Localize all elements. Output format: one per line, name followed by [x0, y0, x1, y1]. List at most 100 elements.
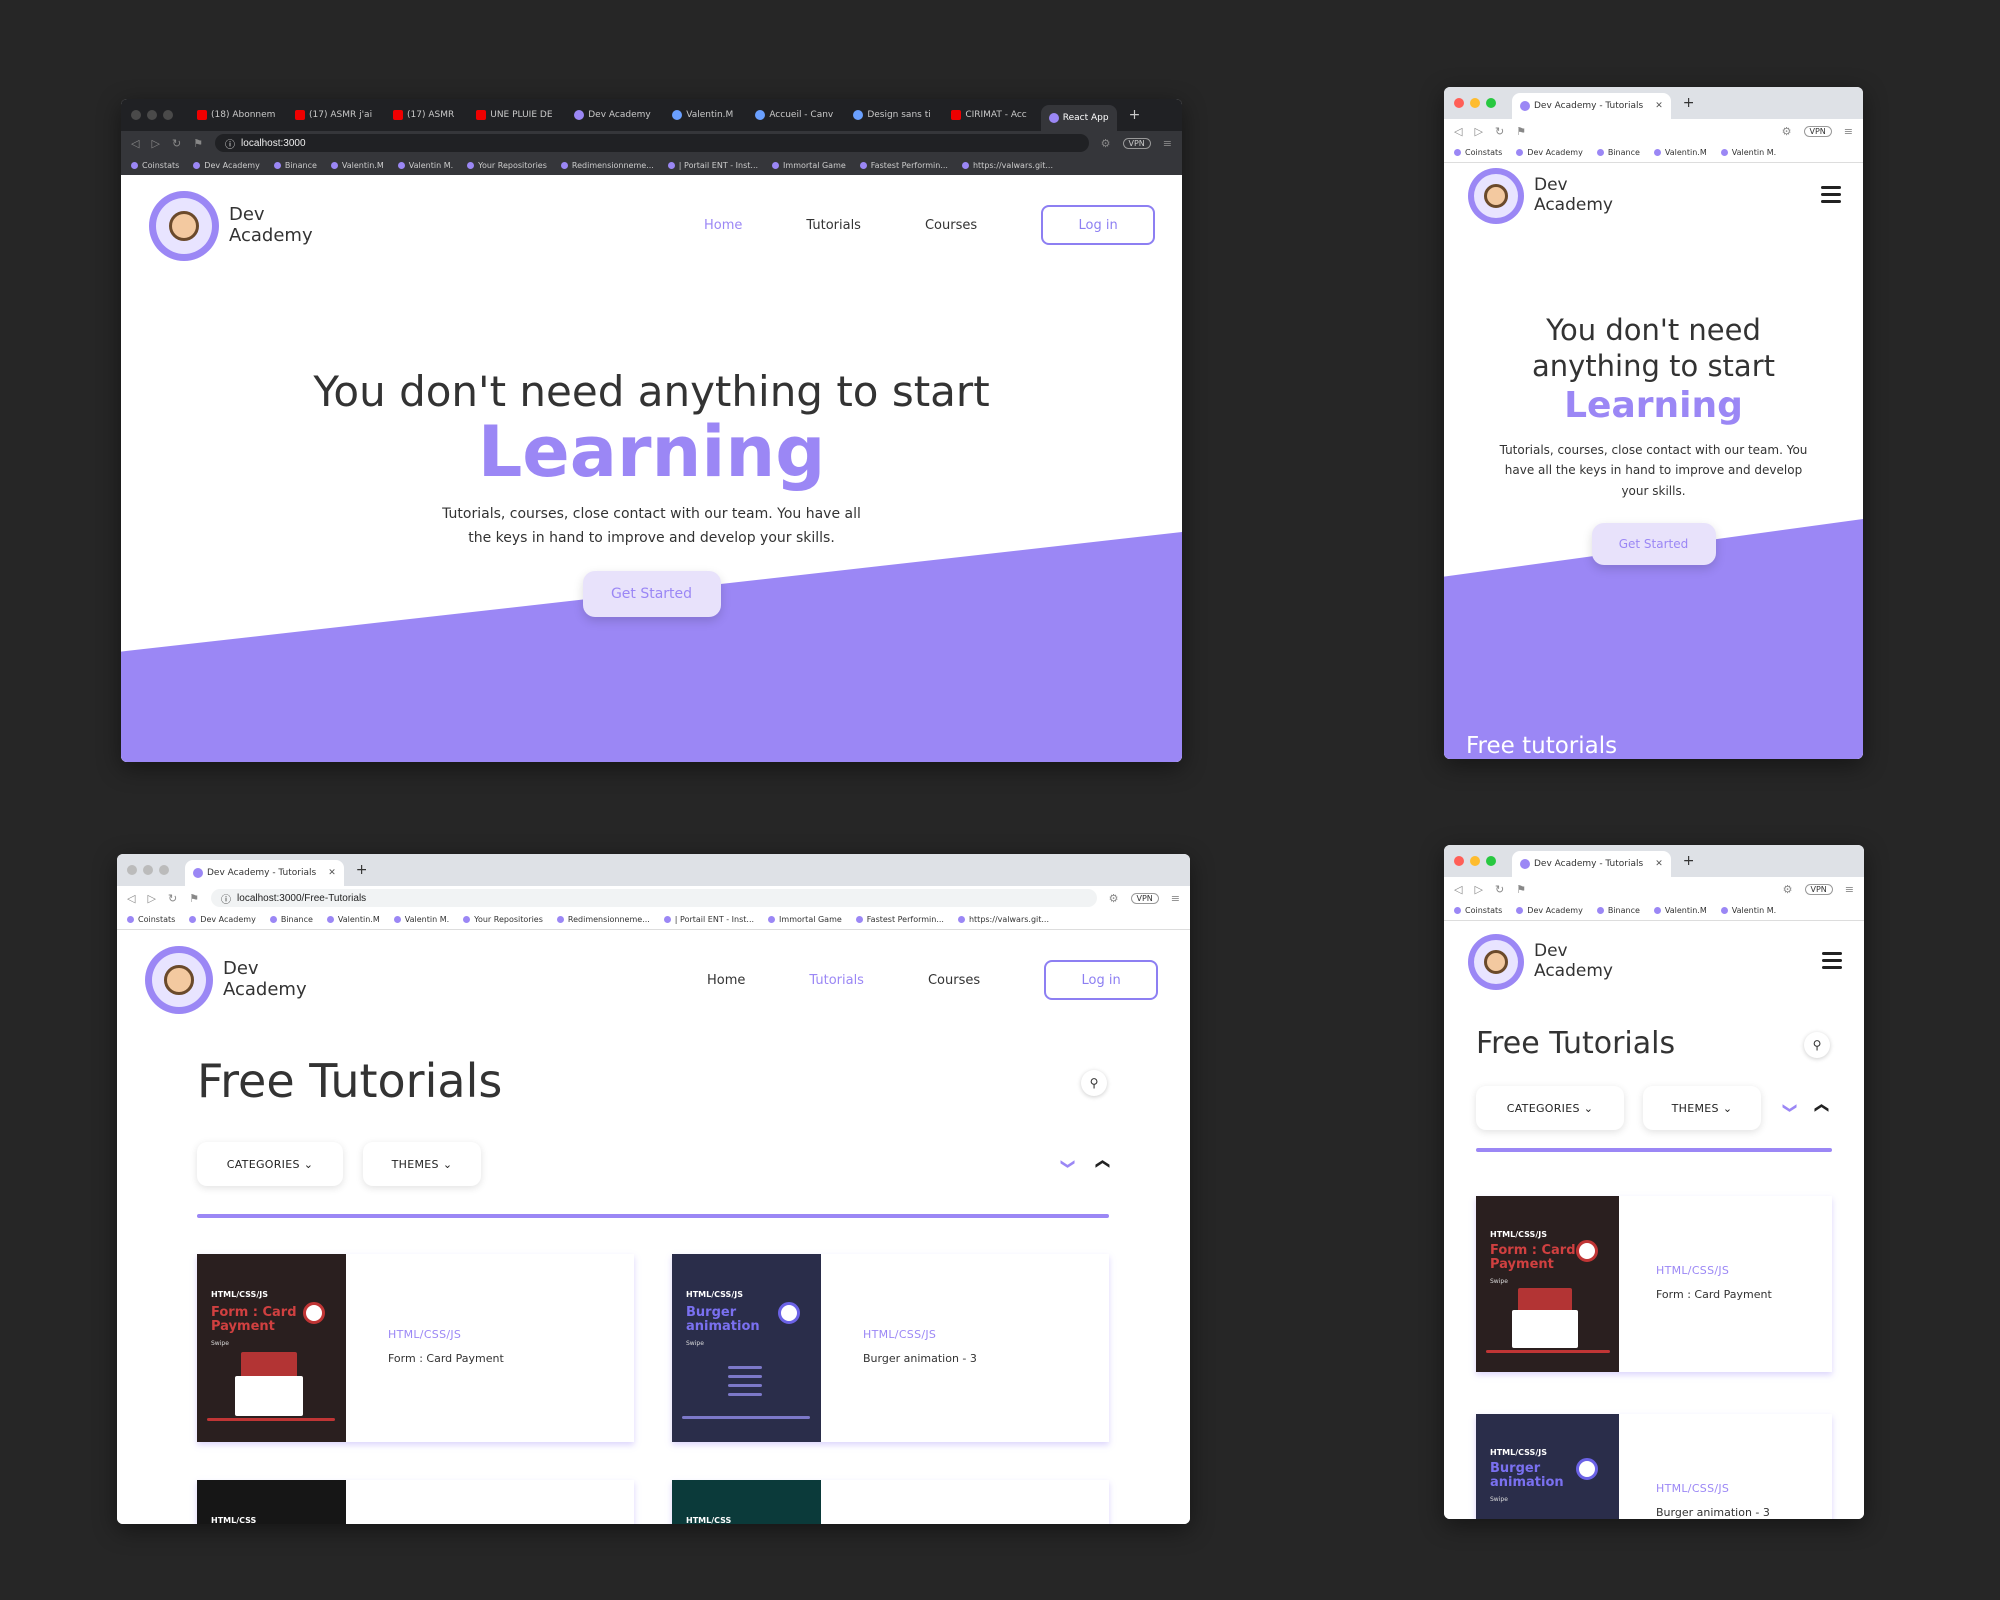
browser-tab[interactable]: (17) ASMR: [385, 103, 462, 127]
back-icon[interactable]: ◁: [127, 892, 135, 905]
extension-icon[interactable]: ⚙: [1783, 883, 1793, 896]
bookmark-item[interactable]: Coinstats: [127, 915, 175, 924]
nav-courses-link[interactable]: Courses: [925, 218, 977, 233]
close-tab-icon[interactable]: ✕: [1655, 101, 1663, 111]
sort-descending-icon[interactable]: ❯: [1060, 1158, 1076, 1170]
reload-icon[interactable]: ↻: [1495, 883, 1504, 896]
browser-tab-active[interactable]: Dev Academy - Tutorials ✕: [185, 860, 344, 886]
bookmark-item[interactable]: Immortal Game: [772, 161, 846, 170]
vpn-badge[interactable]: VPN: [1803, 125, 1832, 137]
bookmark-item[interactable]: Your Repositories: [467, 161, 547, 170]
browser-tab[interactable]: Dev Academy: [566, 103, 658, 127]
window-controls[interactable]: [131, 110, 173, 120]
get-started-button[interactable]: Get Started: [582, 570, 721, 617]
bookmark-icon[interactable]: ⚑: [1516, 125, 1526, 138]
bookmark-item[interactable]: Coinstats: [1454, 906, 1502, 915]
hamburger-menu-icon[interactable]: [1821, 186, 1841, 203]
new-tab-icon[interactable]: +: [1683, 95, 1695, 111]
browser-tab[interactable]: CIRIMAT - Acc: [943, 103, 1034, 127]
bookmark-item[interactable]: | Portail ENT - Inst...: [668, 161, 758, 170]
close-tab-icon[interactable]: ✕: [1655, 859, 1663, 869]
logo[interactable]: Dev Academy: [145, 946, 307, 1014]
logo[interactable]: Dev Academy: [149, 191, 313, 261]
bookmark-item[interactable]: https://valwars.git...: [962, 161, 1053, 170]
vpn-badge[interactable]: VPN: [1122, 137, 1151, 149]
nav-home-link[interactable]: Home: [704, 218, 742, 233]
back-icon[interactable]: ◁: [1454, 883, 1462, 896]
sort-ascending-icon[interactable]: ❯: [1094, 1158, 1110, 1170]
themes-dropdown[interactable]: THEMES ⌄: [1643, 1086, 1761, 1130]
get-started-button[interactable]: Get Started: [1591, 523, 1716, 566]
vpn-badge[interactable]: VPN: [1804, 883, 1833, 895]
categories-dropdown[interactable]: CATEGORIES ⌄: [1476, 1086, 1624, 1130]
nav-tutorials-link[interactable]: Tutorials: [809, 973, 864, 988]
bookmark-item[interactable]: Coinstats: [131, 161, 179, 170]
bookmark-item[interactable]: Binance: [1597, 148, 1640, 157]
logo[interactable]: Dev Academy: [1468, 168, 1613, 224]
bookmark-icon[interactable]: ⚑: [193, 137, 203, 150]
vpn-badge[interactable]: VPN: [1130, 892, 1159, 904]
url-field[interactable]: ⓘ localhost:3000/Free-Tutorials: [211, 889, 1097, 907]
extension-icon[interactable]: ⚙: [1782, 125, 1792, 138]
bookmark-item[interactable]: Valentin.M: [1654, 906, 1707, 915]
bookmark-item[interactable]: Valentin M.: [1721, 906, 1776, 915]
bookmark-item[interactable]: Dev Academy: [1516, 906, 1583, 915]
bookmark-item[interactable]: Dev Academy: [189, 915, 256, 924]
bookmark-item[interactable]: Valentin M.: [1721, 148, 1776, 157]
login-button[interactable]: Log in: [1041, 205, 1156, 245]
browser-tab-active[interactable]: React App: [1040, 105, 1117, 131]
tutorial-card[interactable]: HTML/CSS: [672, 1480, 1109, 1524]
browser-tab[interactable]: (18) Abonnem: [189, 103, 281, 127]
sort-ascending-icon[interactable]: ❯: [1813, 1102, 1829, 1114]
bookmark-item[interactable]: Binance: [270, 915, 313, 924]
bookmark-item[interactable]: Fastest Performin...: [860, 161, 948, 170]
bookmark-item[interactable]: Valentin M.: [394, 915, 449, 924]
window-controls[interactable]: [127, 865, 169, 875]
forward-icon[interactable]: ▷: [1474, 883, 1482, 896]
browser-tab[interactable]: (17) ASMR j'ai: [287, 103, 379, 127]
browser-tab-active[interactable]: Dev Academy - Tutorials ✕: [1512, 851, 1671, 877]
menu-icon[interactable]: ≡: [1163, 137, 1172, 150]
menu-icon[interactable]: ≡: [1171, 892, 1180, 905]
hamburger-menu-icon[interactable]: [1822, 952, 1842, 969]
tutorial-card[interactable]: HTML/CSS: [197, 1480, 634, 1524]
bookmark-item[interactable]: Redimensionneme...: [557, 915, 650, 924]
bookmark-item[interactable]: Valentin.M: [331, 161, 384, 170]
sort-descending-icon[interactable]: ❯: [1782, 1102, 1798, 1114]
window-controls[interactable]: [1454, 98, 1496, 108]
new-tab-icon[interactable]: +: [1129, 107, 1141, 123]
browser-tab[interactable]: Valentin.M: [664, 103, 741, 127]
extension-icon[interactable]: ⚙: [1101, 137, 1111, 150]
tutorial-card[interactable]: HTML/CSS/JS Burger animation Swipe HTML/…: [672, 1254, 1109, 1442]
tutorial-card[interactable]: HTML/CSS/JS Form : Card Payment Swipe HT…: [1476, 1196, 1832, 1372]
forward-icon[interactable]: ▷: [1474, 125, 1482, 138]
bookmark-item[interactable]: Fastest Performin...: [856, 915, 944, 924]
reload-icon[interactable]: ↻: [168, 892, 177, 905]
nav-home-link[interactable]: Home: [707, 973, 745, 988]
bookmark-item[interactable]: | Portail ENT - Inst...: [664, 915, 754, 924]
bookmark-item[interactable]: Dev Academy: [1516, 148, 1583, 157]
login-button[interactable]: Log in: [1044, 960, 1159, 1000]
bookmark-item[interactable]: Immortal Game: [768, 915, 842, 924]
bookmark-item[interactable]: Valentin.M: [1654, 148, 1707, 157]
new-tab-icon[interactable]: +: [356, 862, 368, 878]
browser-tab-active[interactable]: Dev Academy - Tutorials ✕: [1512, 93, 1671, 119]
bookmark-item[interactable]: https://valwars.git...: [958, 915, 1049, 924]
reload-icon[interactable]: ↻: [172, 137, 181, 150]
logo[interactable]: Dev Academy: [1468, 934, 1613, 990]
window-controls[interactable]: [1454, 856, 1496, 866]
bookmark-item[interactable]: Binance: [1597, 906, 1640, 915]
tutorial-card[interactable]: HTML/CSS/JS Form : Card Payment Swipe HT…: [197, 1254, 634, 1442]
bookmark-icon[interactable]: ⚑: [189, 892, 199, 905]
bookmark-item[interactable]: Valentin M.: [398, 161, 453, 170]
forward-icon[interactable]: ▷: [147, 892, 155, 905]
url-field[interactable]: ⓘ localhost:3000: [215, 134, 1089, 152]
close-tab-icon[interactable]: ✕: [328, 868, 336, 878]
bookmark-item[interactable]: Dev Academy: [193, 161, 260, 170]
back-icon[interactable]: ◁: [131, 137, 139, 150]
bookmark-item[interactable]: Valentin.M: [327, 915, 380, 924]
search-icon[interactable]: ⚲: [1804, 1032, 1830, 1058]
browser-tab[interactable]: UNE PLUIE DE: [468, 103, 560, 127]
nav-tutorials-link[interactable]: Tutorials: [806, 218, 861, 233]
menu-icon[interactable]: ≡: [1844, 125, 1853, 138]
